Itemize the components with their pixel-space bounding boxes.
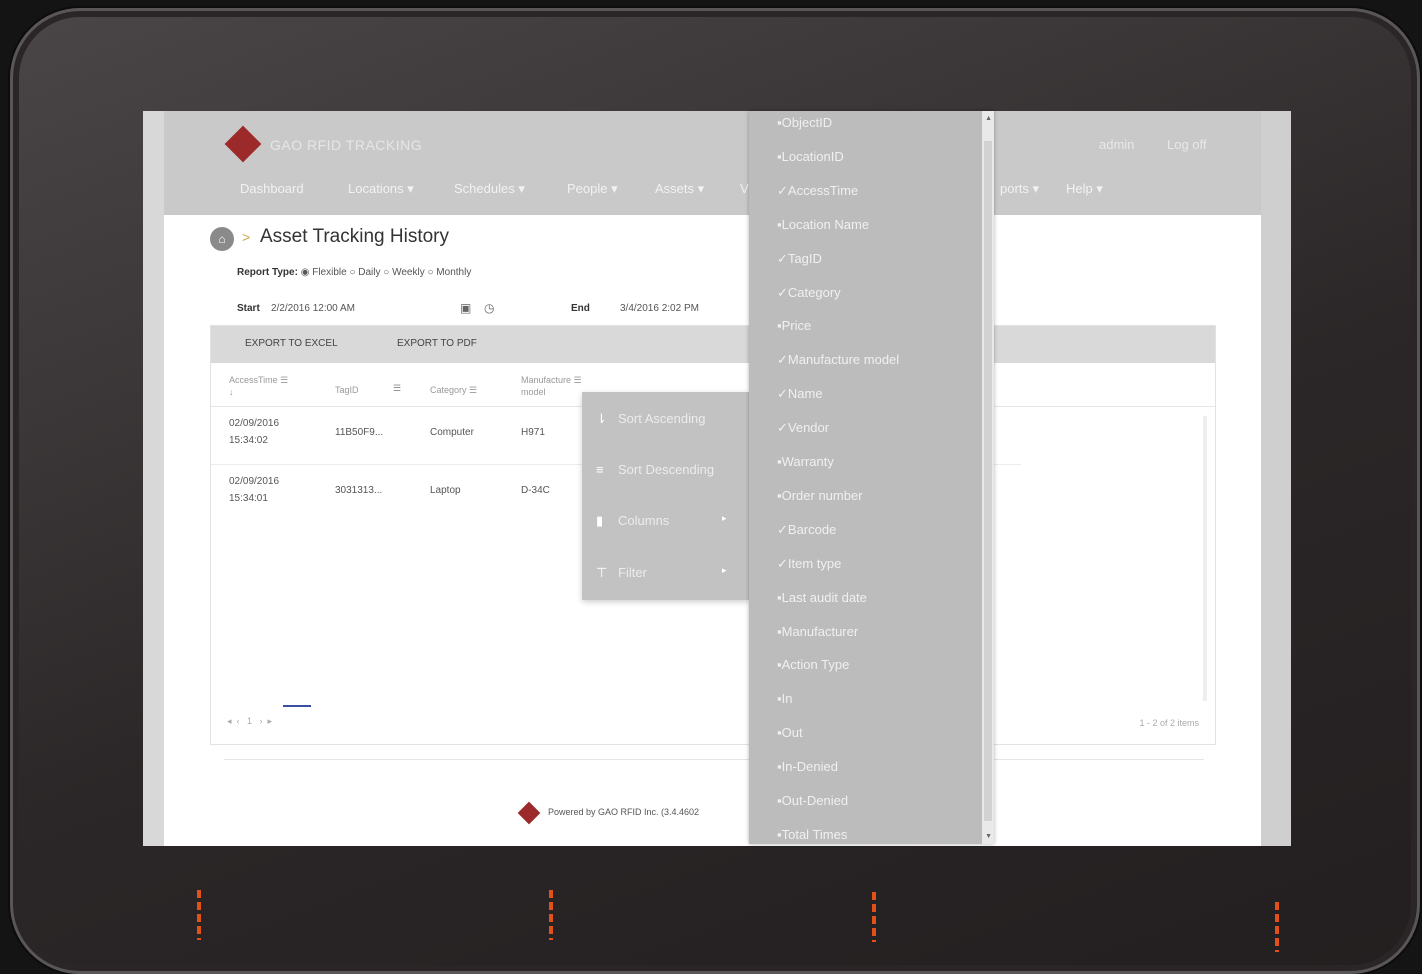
items-count: 1 - 2 of 2 items [1139,718,1199,728]
menu-sort-ascending-label: Sort Ascending [618,411,706,426]
column-toggle-item[interactable]: ▪Location Name [777,217,869,232]
menu-columns[interactable]: ▮ Columns ▸ [596,513,727,529]
orange-tick-mark [197,890,201,940]
column-toggle-item[interactable]: ▪ObjectID [777,115,832,130]
grid-scrollbar[interactable] [1203,416,1207,701]
start-input[interactable]: 2/2/2016 12:00 AM [271,303,355,314]
column-toggle-item[interactable]: ▪Manufacturer [777,624,858,639]
columns-submenu: ▪ObjectID ▪LocationID ✓AccessTime ▪Location… [749,111,994,844]
column-toggle-item[interactable]: ▪Out [777,725,803,740]
report-type-label: Report Type: [237,267,298,278]
export-excel-button[interactable]: EXPORT TO EXCEL [245,338,338,349]
filter-icon: ⊤ [596,565,608,580]
cell-accesstime: 02/09/2016 15:34:01 [229,476,280,504]
scroll-down-icon[interactable]: ▼ [985,833,992,840]
header-category[interactable]: Category ☰ [430,384,477,396]
header-accesstime[interactable]: AccessTime ☰ ↓ [229,374,288,398]
menu-sort-descending-label: Sort Descending [618,462,715,477]
home-icon[interactable]: ⌂ [210,227,234,251]
column-toggle-item[interactable]: ✓Category [777,285,841,301]
column-toggle-item[interactable]: ✓Item type [777,556,841,572]
columns-list: ▪ObjectID ▪LocationID ✓AccessTime ▪Location… [749,111,981,844]
column-context-menu: ⇂ Sort Ascending ≡ Sort Descending ▮ Column… [582,392,750,600]
header-manufacture-model[interactable]: Manufacture ☰ model [521,374,582,398]
pager[interactable]: ◂ ‹ 1 › ▸ [227,716,272,727]
column-toggle-item[interactable]: ✓Manufacture model [777,352,899,368]
column-toggle-item[interactable]: ▪LocationID [777,149,844,164]
column-toggle-item[interactable]: ▪Warranty [777,454,834,469]
cell-category: Laptop [430,485,461,496]
clock-icon[interactable]: ◷ [484,301,494,315]
nav-partial[interactable]: V [740,181,749,196]
sort-ascending-icon: ⇂ [596,411,607,426]
nav-dashboard[interactable]: Dashboard [240,181,304,196]
menu-columns-label: Columns [618,513,670,528]
nav-locations[interactable]: Locations ▾ [348,181,414,197]
orange-tick-mark [872,892,876,942]
cell-model: H971 [521,427,545,438]
scroll-up-icon[interactable]: ▲ [985,115,992,122]
orange-tick-mark [1275,902,1279,952]
end-input[interactable]: 3/4/2016 2:02 PM [620,303,699,314]
menu-filter[interactable]: ⊤ Filter ▸ [596,565,727,581]
footer-logo-icon [517,801,541,825]
columns-icon: ▮ [596,513,604,528]
nav-schedules[interactable]: Schedules ▾ [454,181,525,197]
column-toggle-item[interactable]: ▪Action Type [777,657,849,672]
column-toggle-item[interactable]: ✓AccessTime [777,183,858,199]
column-toggle-item[interactable]: ▪Out-Denied [777,793,848,808]
sort-descending-icon: ≡ [596,462,604,477]
cell-accesstime: 02/09/2016 15:34:02 [229,418,280,446]
end-label: End [571,303,590,314]
footer-text: Powered by GAO RFID Inc. (3.4.4602 [548,807,700,817]
logout-link[interactable]: Log off [1167,137,1207,152]
orange-tick-mark [549,890,553,940]
columns-scroll-thumb[interactable] [984,141,992,821]
column-toggle-item[interactable]: ▪Last audit date [777,590,867,605]
column-toggle-item[interactable]: ✓TagID [777,251,822,267]
column-toggle-item[interactable]: ▪Order number [777,488,863,503]
user-name[interactable]: admin [1099,137,1134,152]
column-toggle-item[interactable]: ▪Price [777,318,811,333]
submenu-arrow-icon: ▸ [722,565,727,575]
gao-logo-icon [224,125,262,163]
nav-people[interactable]: People ▾ [567,181,618,197]
screen-left-edge [143,111,164,846]
nav-assets[interactable]: Assets ▾ [655,181,704,197]
nav-reports[interactable]: ports ▾ [1000,181,1039,197]
footer-divider [224,759,1204,760]
pager-current-indicator [283,705,311,707]
cell-model: D-34C [521,485,550,496]
menu-filter-label: Filter [618,565,647,580]
report-type-group: Report Type: ◉ Flexible ○ Daily ○ Weekly… [237,267,471,278]
header-tagid[interactable]: TagID [335,384,359,396]
screen-right-edge [1261,111,1291,846]
column-toggle-item[interactable]: ▪In-Denied [777,759,838,774]
cell-tagid: 3031313... [335,485,383,496]
menu-sort-ascending[interactable]: ⇂ Sort Ascending [596,411,705,427]
column-toggle-item[interactable]: ✓Name [777,386,823,402]
start-label: Start [237,303,260,314]
export-pdf-button[interactable]: EXPORT TO PDF [397,338,477,349]
cell-category: Computer [430,427,474,438]
header-menu-icon[interactable]: ☰ [393,382,401,394]
grid-toolbar: EXPORT TO EXCEL EXPORT TO PDF [211,326,1215,363]
cell-tagid: 11B50F9... [335,427,384,438]
submenu-arrow-icon: ▸ [722,513,727,523]
column-toggle-item[interactable]: ✓Barcode [777,522,836,538]
page-title: Asset Tracking History [260,226,449,247]
column-toggle-item[interactable]: ▪Total Times [777,827,847,842]
report-type-options[interactable]: ◉ Flexible ○ Daily ○ Weekly ○ Monthly [301,267,472,278]
columns-scrollbar[interactable]: ▲ ▼ [982,111,994,844]
breadcrumb-separator: > [242,229,251,245]
nav-help[interactable]: Help ▾ [1066,181,1103,197]
menu-sort-descending[interactable]: ≡ Sort Descending [596,462,714,477]
calendar-icon[interactable]: ▣ [460,301,471,315]
column-toggle-item[interactable]: ✓Vendor [777,420,829,436]
app-title[interactable]: GAO RFID TRACKING [270,137,422,153]
top-bar: GAO RFID TRACKING admin Log off Dashboar… [164,111,1261,215]
column-toggle-item[interactable]: ▪In [777,691,792,706]
